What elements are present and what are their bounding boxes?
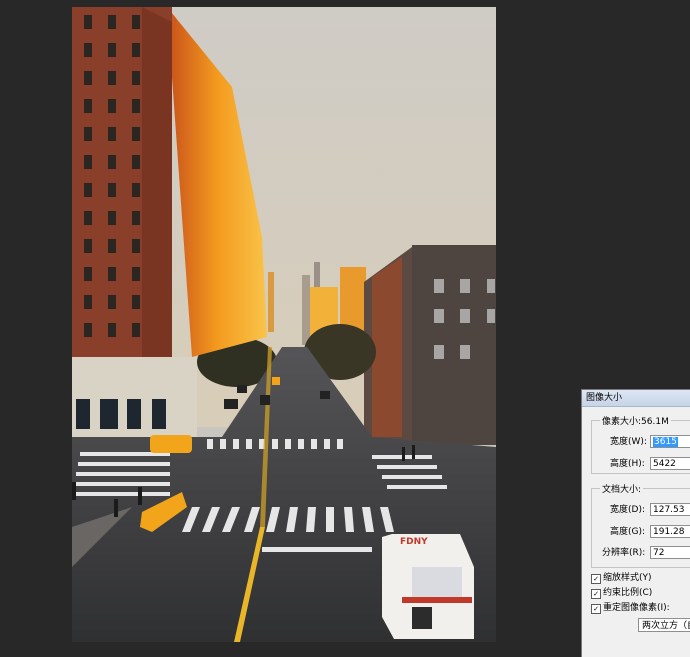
doc-width-label: 宽度(D): — [610, 505, 645, 515]
resolution-row: 分辨率(R): 72 — [592, 546, 690, 560]
doc-height-row: 高度(G): 191.28 — [592, 525, 690, 539]
doc-width-row: 宽度(D): 127.53 — [592, 503, 690, 517]
ambulance-label: FDNY — [400, 537, 428, 547]
doc-width-input[interactable]: 127.53 — [650, 503, 690, 516]
document-size-label: 文档大小: — [600, 482, 644, 495]
constrain-proportions-checkbox[interactable]: ✓ 约束比例(C) — [591, 587, 652, 600]
image-size-dialog: 图像大小 像素大小:56.1M 宽度(W): 3615 高度(H): 5422 … — [581, 389, 690, 657]
scale-styles-label: 缩放样式(Y) — [603, 573, 652, 583]
resample-label: 重定图像像素(I): — [603, 603, 670, 613]
scale-styles-checkbox[interactable]: ✓ 缩放样式(Y) — [591, 572, 652, 585]
pixel-height-row: 高度(H): 5422 — [592, 457, 690, 471]
pixel-dimensions-group: 像素大小:56.1M 宽度(W): 3615 高度(H): 5422 — [591, 414, 690, 474]
checkmark-icon: ✓ — [591, 589, 601, 599]
resolution-label: 分辨率(R): — [602, 548, 646, 558]
resample-method-select[interactable]: 两次立方（自 — [638, 618, 690, 632]
dialog-title[interactable]: 图像大小 — [582, 390, 690, 407]
document-size-group: 文档大小: 宽度(D): 127.53 高度(G): 191.28 分辨率(R)… — [591, 482, 690, 568]
checkmark-icon: ✓ — [591, 574, 601, 584]
doc-height-label: 高度(G): — [610, 527, 646, 537]
pixel-dimensions-label: 像素大小:56.1M — [600, 414, 671, 427]
doc-height-input[interactable]: 191.28 — [650, 525, 690, 538]
pixel-width-row: 宽度(W): 3615 — [592, 435, 690, 449]
document-canvas[interactable]: FDNY — [72, 7, 496, 642]
taxi-1 — [150, 435, 192, 453]
resample-checkbox[interactable]: ✓ 重定图像像素(I): — [591, 602, 670, 615]
pixel-height-input[interactable]: 5422 — [650, 457, 690, 470]
checkmark-icon: ✓ — [591, 604, 601, 614]
constrain-label: 约束比例(C) — [603, 588, 653, 598]
pixel-height-label: 高度(H): — [610, 459, 645, 469]
pixel-width-label: 宽度(W): — [610, 437, 647, 447]
ambulance: FDNY — [382, 534, 474, 639]
pixel-width-input[interactable]: 3615 — [650, 435, 690, 448]
street-photo: FDNY — [72, 7, 496, 642]
resolution-input[interactable]: 72 — [650, 546, 690, 559]
pixel-width-value: 3615 — [653, 437, 678, 447]
